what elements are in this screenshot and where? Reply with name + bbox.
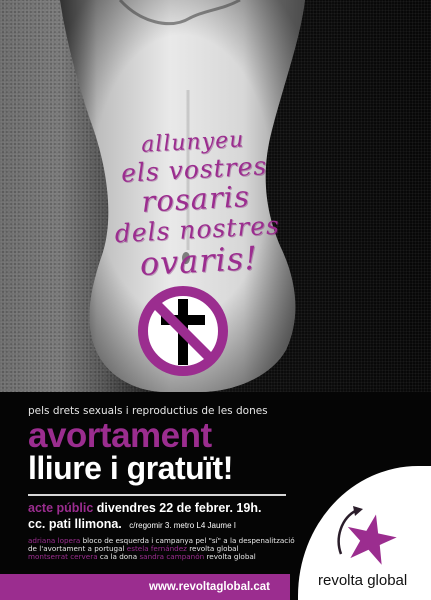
revolta-global-star-logo-icon xyxy=(337,506,397,565)
speaker-role: ca la dona xyxy=(99,552,138,561)
website-link[interactable]: www.revoltaglobal.cat xyxy=(0,581,270,593)
event-venue: cc. pati llimona. xyxy=(28,517,122,531)
divider xyxy=(28,494,286,496)
headline-line-2: lliure i gratuït! xyxy=(28,450,233,486)
event-label: acte públic xyxy=(28,501,94,515)
torso-photo: allunyeu els vostres rosaris dels nostre… xyxy=(0,0,431,392)
no-cross-sign-icon xyxy=(138,286,228,376)
logo-text: revolta global xyxy=(318,572,408,589)
slogan: allunyeu els vostres rosaris dels nostre… xyxy=(92,127,299,283)
speaker-name: montserrat cervera xyxy=(28,552,98,561)
event-datetime: divendres 22 de febrer. 19h. xyxy=(96,501,262,515)
speaker-name: sandra campanón xyxy=(139,552,205,561)
website-bar: www.revoltaglobal.cat xyxy=(0,574,290,600)
poster: allunyeu els vostres rosaris dels nostre… xyxy=(0,0,431,600)
speaker-line: montserrat cervera ca la dona sandra cam… xyxy=(28,553,256,560)
speaker-role: revolta global xyxy=(206,552,256,561)
venue-line: cc. pati llimona. c/regomir 3. metro L4 … xyxy=(28,517,236,531)
event-line: acte públic divendres 22 de febrer. 19h. xyxy=(28,501,261,515)
event-address: c/regomir 3. metro L4 Jaume I xyxy=(129,521,236,530)
